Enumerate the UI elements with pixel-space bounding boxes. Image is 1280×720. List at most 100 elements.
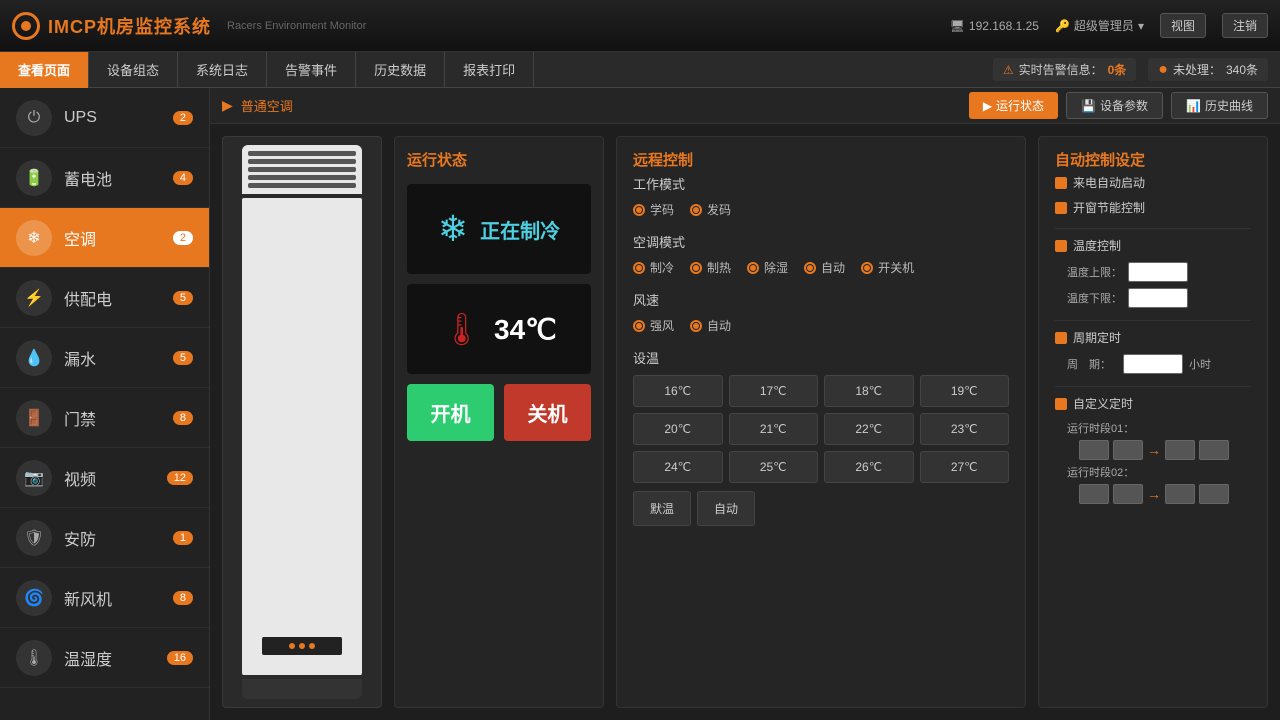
run-period-02-min-start[interactable] [1113,484,1143,504]
radio-kaiguanji[interactable]: 开关机 [861,259,914,276]
nav-item-alarm[interactable]: 告警事件 [267,52,356,88]
run-period-01-label: 运行时段01： [1067,420,1251,436]
nav-item-device[interactable]: 设备组态 [89,52,178,88]
radio-qiangfeng[interactable]: 强风 [633,317,674,334]
period-input[interactable] [1123,354,1183,374]
sidebar-item-security[interactable]: 🛡 安防 1 [0,508,209,568]
temp-lower-input[interactable] [1128,288,1188,308]
arrow-icon-1: → [1147,442,1161,458]
radio-dot-fama [690,204,702,216]
temp-btn-18[interactable]: 18℃ [824,375,914,407]
radio-zhire[interactable]: 制热 [690,259,731,276]
work-mode-label: 工作模式 [633,174,1009,193]
sidebar: ⏻ UPS 2 🔋 蓄电池 4 ❄ 空调 2 ⚡ 供配电 5 💧 漏水 5 🚪 … [0,88,210,720]
ac-icon: ❄ [16,220,52,256]
sidebar-label-ac: 空调 [64,226,161,250]
sidebar-item-ventilator[interactable]: 🌀 新风机 8 [0,568,209,628]
sidebar-badge-security: 1 [173,531,193,545]
temp-btn-23[interactable]: 23℃ [920,413,1010,445]
radio-chushi[interactable]: 除湿 [747,259,788,276]
sidebar-badge-ups: 2 [173,111,193,125]
logout-button[interactable]: 注销 [1222,13,1268,38]
sidebar-label-temp-humidity: 温湿度 [64,646,155,670]
radio-zidongfeng[interactable]: 自动 [690,317,731,334]
temp-btn-17[interactable]: 17℃ [729,375,819,407]
auto-section-self-timer: 自定义定时 运行时段01： → [1055,395,1251,504]
power-icon: ⚡ [16,280,52,316]
temp-btn-25[interactable]: 25℃ [729,451,819,483]
history-curve-button[interactable]: 📊 历史曲线 [1171,92,1268,119]
temperature-box: 🌡 34℃ [407,284,591,374]
temp-btn-19[interactable]: 19℃ [920,375,1010,407]
radio-zhileng[interactable]: 制冷 [633,259,674,276]
temp-btn-16[interactable]: 16℃ [633,375,723,407]
radio-zidong[interactable]: 自动 [804,259,845,276]
checkbox-timer[interactable]: 周期定时 [1055,329,1251,346]
water-icon: 💧 [16,340,52,376]
ac-mode-radio-group: 制冷 制热 除湿 自动 [633,259,1009,276]
nav-item-view[interactable]: 查看页面 [0,52,89,88]
sidebar-item-door[interactable]: 🚪 门禁 8 [0,388,209,448]
sidebar-item-video[interactable]: 📷 视频 12 [0,448,209,508]
temp-btn-21[interactable]: 21℃ [729,413,819,445]
checkbox-window-energy[interactable]: 开窗节能控制 [1055,199,1251,216]
sidebar-item-ac[interactable]: ❄ 空调 2 [0,208,209,268]
nav-item-report[interactable]: 报表打印 [445,52,534,88]
checkbox-icon-self-timer [1055,398,1067,410]
ip-text: 192.168.1.25 [969,19,1039,33]
ac-unit-panel [222,136,382,708]
temp-upper-input[interactable] [1128,262,1188,282]
temp-upper-row: 温度上限： [1055,262,1251,282]
wind-radio-group: 强风 自动 [633,317,1009,334]
ac-top-vents [242,145,362,194]
nav-label-history: 历史数据 [374,60,426,79]
alert-count: 0条 [1108,61,1127,78]
temp-btn-26[interactable]: 26℃ [824,451,914,483]
sidebar-badge-ventilator: 8 [173,591,193,605]
sidebar-item-battery[interactable]: 🔋 蓄电池 4 [0,148,209,208]
run-status-button[interactable]: ▶ 运行状态 [969,92,1058,119]
status-panel: 运行状态 ❄ 正在制冷 🌡 34℃ 开机 关机 [394,136,604,708]
run-period-02-min-end[interactable] [1199,484,1229,504]
view-button[interactable]: 视图 [1160,13,1206,38]
radio-fama[interactable]: 发码 [690,201,731,218]
display-dot-3 [309,643,315,649]
alert-icon: ⚠ [1003,63,1014,77]
run-period-02-hour-start[interactable] [1079,484,1109,504]
run-period-01-min-start[interactable] [1113,440,1143,460]
sidebar-item-temp-humidity[interactable]: 🌡 温湿度 16 [0,628,209,688]
radio-xuema[interactable]: 学码 [633,201,674,218]
checkbox-power-on[interactable]: 来电自动启动 [1055,174,1251,191]
device-params-button[interactable]: 💾 设备参数 [1066,92,1163,119]
temp-btn-22[interactable]: 22℃ [824,413,914,445]
power-off-button[interactable]: 关机 [504,384,591,441]
sidebar-item-ups[interactable]: ⏻ UPS 2 [0,88,209,148]
nav-item-log[interactable]: 系统日志 [178,52,267,88]
checkbox-temp-control[interactable]: 温度控制 [1055,237,1251,254]
run-period-01-hour-end[interactable] [1165,440,1195,460]
checkbox-self-timer[interactable]: 自定义定时 [1055,395,1251,412]
sidebar-badge-video: 12 [167,471,193,485]
vent-line-1 [248,151,356,156]
nav-item-history[interactable]: 历史数据 [356,52,445,88]
run-period-01-hour-start[interactable] [1079,440,1109,460]
sidebar-label-ventilator: 新风机 [64,586,161,610]
temp-btn-20[interactable]: 20℃ [633,413,723,445]
sidebar-item-water[interactable]: 💧 漏水 5 [0,328,209,388]
ac-mode-label: 空调模式 [633,232,1009,251]
run-period-01-min-end[interactable] [1199,440,1229,460]
temp-btn-24[interactable]: 24℃ [633,451,723,483]
sidebar-badge-temp-humidity: 16 [167,651,193,665]
run-period-02-label: 运行时段02： [1067,464,1251,480]
auto-temp-btn[interactable]: 自动 [697,491,755,526]
device-params-label: 设备参数 [1100,97,1148,114]
sidebar-item-power[interactable]: ⚡ 供配电 5 [0,268,209,328]
work-mode-section: 工作模式 学码 发码 [633,174,1009,218]
radio-label-xuema: 学码 [650,201,674,218]
radio-label-zidongfeng: 自动 [707,317,731,334]
vent-line-5 [248,183,356,188]
run-period-02-hour-end[interactable] [1165,484,1195,504]
default-temp-btn[interactable]: 默温 [633,491,691,526]
temp-btn-27[interactable]: 27℃ [920,451,1010,483]
power-on-button[interactable]: 开机 [407,384,494,441]
